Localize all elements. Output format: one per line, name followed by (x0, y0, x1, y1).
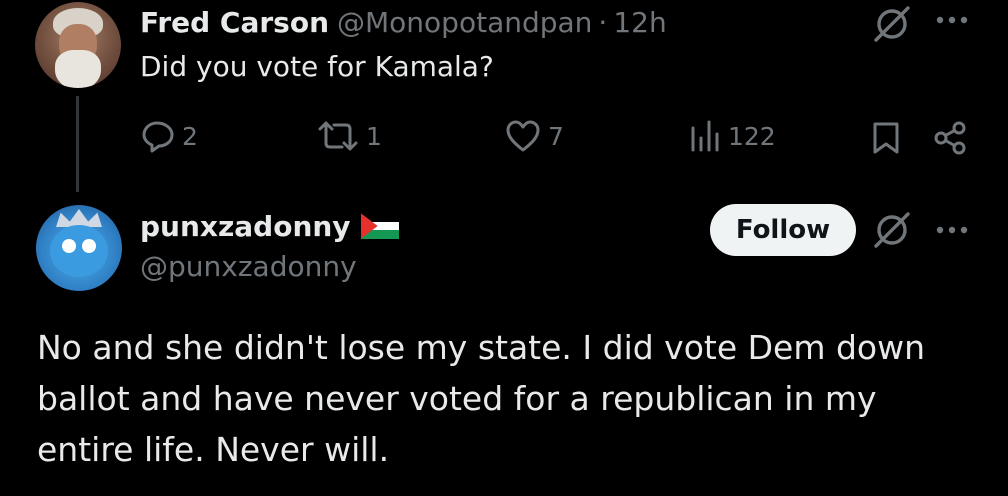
author-handle[interactable]: @Monopotandpan (337, 6, 592, 39)
reply-count: 2 (182, 121, 198, 151)
author-name[interactable]: Fred Carson (140, 6, 329, 39)
more-icon[interactable] (934, 222, 970, 238)
avatar-beard (55, 50, 101, 88)
repost-count: 1 (366, 121, 382, 151)
reply-icon (140, 118, 176, 154)
thread-line (76, 96, 79, 192)
separator-dot: · (598, 5, 608, 39)
like-button[interactable]: 7 (504, 116, 564, 156)
tweet-2-text: No and she didn't lose my state. I did v… (37, 328, 926, 469)
palestine-flag-icon (360, 213, 399, 239)
avatar-eye-right (82, 239, 96, 253)
author-handle[interactable]: @punxzadonny (140, 250, 357, 283)
avatar-punxzadonny[interactable] (36, 205, 122, 291)
share-button[interactable] (932, 118, 968, 158)
grok-icon[interactable] (872, 210, 912, 250)
heart-icon (504, 118, 542, 154)
timestamp[interactable]: 12h (613, 6, 666, 39)
tweet-1-text: Did you vote for Kamala? (140, 50, 494, 83)
like-count: 7 (548, 121, 564, 151)
avatar-head (50, 225, 108, 277)
views-button[interactable]: 122 (688, 116, 776, 156)
repost-icon (316, 118, 360, 154)
more-icon[interactable] (934, 12, 970, 28)
author-name[interactable]: punxzadonny (140, 210, 351, 243)
avatar-eye-left (62, 239, 76, 253)
bookmark-icon (870, 120, 902, 156)
reply-button[interactable]: 2 (140, 116, 198, 156)
share-icon (932, 120, 968, 156)
views-count: 122 (728, 121, 776, 151)
bookmark-button[interactable] (870, 118, 902, 158)
repost-button[interactable]: 1 (316, 116, 382, 156)
tweet-1-header: Fred Carson @Monopotandpan · 12h (140, 2, 667, 42)
tweet-2-header: punxzadonny (140, 206, 399, 246)
grok-icon[interactable] (872, 4, 912, 44)
follow-button[interactable]: Follow (710, 204, 856, 256)
avatar-fred-carson[interactable] (35, 2, 121, 88)
views-icon (688, 118, 722, 154)
